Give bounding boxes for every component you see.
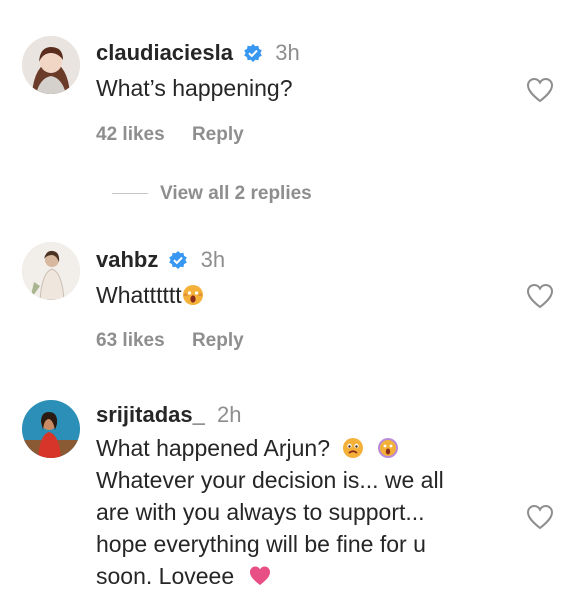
comment-text-line: hope everything will be fine for u <box>96 531 426 557</box>
comment-header: vahbz 3h <box>96 247 225 273</box>
comment-text: Whatttttt <box>96 279 516 311</box>
avatar[interactable] <box>22 400 80 458</box>
reply-button[interactable]: Reply <box>192 124 244 146</box>
heart-outline-icon[interactable] <box>526 77 554 103</box>
divider <box>112 193 148 195</box>
username[interactable]: vahbz <box>96 247 158 272</box>
comment-text-content: Whatttttt <box>96 282 182 308</box>
worried-face-emoji <box>343 438 364 458</box>
timestamp: 3h <box>200 247 226 272</box>
timestamp: 3h <box>275 40 300 65</box>
comment-text: What’s happening? <box>96 75 293 101</box>
view-replies-label: View all 2 replies <box>160 183 312 204</box>
comment-text: What happened Arjun? Whatever your decis… <box>96 432 516 592</box>
comment-meta: 63 likes Reply <box>96 330 244 352</box>
avatar[interactable] <box>22 242 80 300</box>
heart-outline-icon[interactable] <box>526 283 554 309</box>
like-count[interactable]: 42 likes <box>96 124 165 146</box>
comment-text-line: Whatever your decision is... we all <box>96 467 444 493</box>
comment-header: claudiaciesla 3h <box>96 40 300 66</box>
verified-badge-icon <box>169 251 188 269</box>
timestamp: 2h <box>216 402 242 427</box>
username[interactable]: srijitadas_ <box>96 402 205 427</box>
like-count[interactable]: 63 likes <box>96 330 165 352</box>
view-replies-button[interactable]: View all 2 replies <box>112 183 312 205</box>
comment-text-line: soon. Loveee <box>96 560 516 592</box>
heart-outline-icon[interactable] <box>526 504 554 530</box>
heart-emoji <box>249 566 270 585</box>
reply-button[interactable]: Reply <box>192 330 244 352</box>
face-screaming-emoji <box>182 285 203 305</box>
verified-badge-icon <box>244 44 262 62</box>
comment-meta: 42 likes Reply <box>96 124 244 146</box>
comment-text-line: are with you always to support... <box>96 499 425 525</box>
avatar[interactable] <box>22 36 80 94</box>
username[interactable]: claudiaciesla <box>96 40 233 65</box>
face-screaming-emoji <box>377 438 398 458</box>
comment-text-line: What happened Arjun? <box>96 432 516 464</box>
comment-header: srijitadas_ 2h <box>96 402 241 428</box>
